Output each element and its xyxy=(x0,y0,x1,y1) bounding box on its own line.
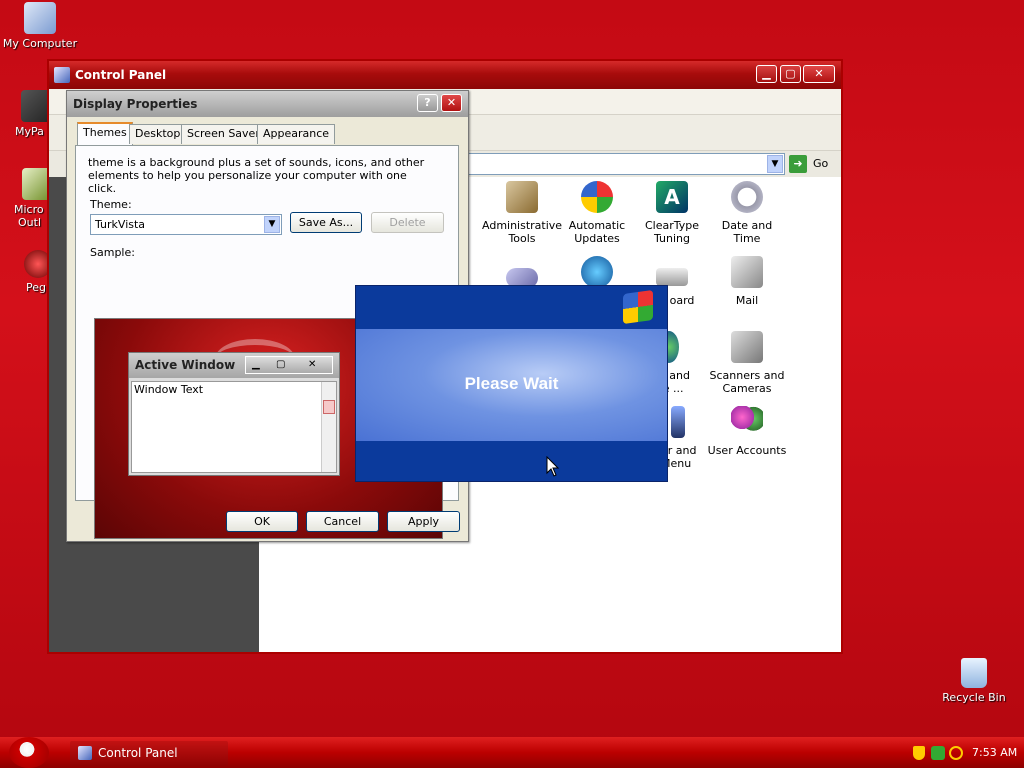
cancel-button[interactable]: Cancel xyxy=(306,511,379,532)
go-button[interactable]: ➜ Go xyxy=(789,153,839,175)
system-tray: 7:53 AM xyxy=(905,741,1024,765)
shield-icon[interactable] xyxy=(913,746,925,760)
tab-appearance[interactable]: Appearance xyxy=(257,124,336,144)
close-button[interactable]: ✕ xyxy=(441,94,462,112)
go-label: Go xyxy=(813,157,829,170)
please-wait-footer xyxy=(356,441,667,481)
preview-scrollbar xyxy=(321,382,336,472)
cp-icon-taskbar-start-menu[interactable]: ar and Menu xyxy=(661,406,711,470)
save-as-button[interactable]: Save As... xyxy=(290,212,362,233)
search-icon[interactable] xyxy=(949,746,963,760)
tab-label: Desktop xyxy=(135,127,181,140)
desktop-icon-recycle-bin[interactable]: Recycle Bin xyxy=(934,658,1014,704)
cleartype-icon: A xyxy=(656,181,688,213)
cp-icon-label: ClearType Tuning xyxy=(644,219,700,245)
desktop-icon-my-computer[interactable]: My Computer xyxy=(0,2,80,50)
tab-themes[interactable]: Themes xyxy=(77,122,133,145)
taskbar-item-label: Control Panel xyxy=(98,746,178,760)
cp-icon-label: Administrative Tools xyxy=(482,219,563,245)
help-button[interactable]: ? xyxy=(417,94,438,112)
cp-icon-label: Date and Time xyxy=(721,219,773,245)
desktop-icon-label: Recycle Bin xyxy=(942,691,1006,704)
theme-label: Theme: xyxy=(90,198,132,211)
desktop-icon-label: Peg xyxy=(26,281,46,294)
dialog-title: Display Properties xyxy=(73,97,198,111)
star-crescent-icon: ☾ xyxy=(23,742,36,758)
cp-icon-label: User Accounts xyxy=(707,444,787,457)
mouse-cursor-icon xyxy=(546,456,560,477)
minimize-button[interactable]: ▁ xyxy=(756,65,777,83)
desktop-icon-label: My Computer xyxy=(2,37,78,50)
display-properties-titlebar[interactable]: Display Properties xyxy=(67,91,468,117)
please-wait-header xyxy=(356,286,667,329)
clock[interactable]: 7:53 AM xyxy=(972,741,1017,765)
please-wait-message: Please Wait xyxy=(464,374,559,393)
mail-icon xyxy=(731,256,763,288)
control-panel-titlebar[interactable]: Control Panel xyxy=(49,61,841,89)
tab-label: Screen Saver xyxy=(187,127,260,140)
preview-window-text: Window Text xyxy=(134,383,204,396)
cp-icon-cleartype-tuning[interactable]: A ClearType Tuning xyxy=(632,181,712,245)
taskbar-icon xyxy=(671,406,685,438)
theme-value: TurkVista xyxy=(95,218,146,231)
maximize-button[interactable]: ▢ xyxy=(780,65,801,83)
arrow-right-icon: ➜ xyxy=(789,155,807,173)
keyboard-icon xyxy=(656,268,688,286)
theme-select[interactable]: TurkVista ▼ xyxy=(90,214,282,235)
tab-label: Themes xyxy=(83,126,127,139)
close-icon: ✕ xyxy=(308,359,317,370)
cp-icon-administrative-tools[interactable]: Administrative Tools xyxy=(482,181,562,245)
minimize-icon: ▁ xyxy=(252,359,260,370)
tab-desktop[interactable]: Desktop xyxy=(129,124,187,144)
cp-icon-automatic-updates[interactable]: Automatic Updates xyxy=(557,181,637,245)
cp-icon-scanners-and-cameras[interactable]: Scanners and Cameras xyxy=(707,331,787,395)
close-button[interactable]: ✕ xyxy=(803,65,835,83)
administrative-tools-icon xyxy=(506,181,538,213)
recycle-bin-icon xyxy=(961,658,987,688)
camera-icon xyxy=(731,331,763,363)
start-button[interactable]: ☾ xyxy=(9,737,49,768)
cp-icon-user-accounts[interactable]: User Accounts xyxy=(707,406,787,457)
network-icon[interactable] xyxy=(931,746,945,760)
preview-window-controls: ▁ ▢ ✕ xyxy=(245,356,333,374)
desktop-icon-label: MyPa xyxy=(15,125,44,138)
tab-screen-saver[interactable]: Screen Saver xyxy=(181,124,266,144)
please-wait-dialog: Please Wait xyxy=(355,285,668,482)
users-icon xyxy=(731,406,763,438)
control-panel-title: Control Panel xyxy=(75,68,167,82)
theme-description: theme is a background plus a set of soun… xyxy=(88,156,425,195)
control-panel-icon xyxy=(78,746,92,760)
cp-icon-label: Automatic Updates xyxy=(568,219,626,245)
apply-button[interactable]: Apply xyxy=(387,511,460,532)
preview-active-window: Active Window ▁ ▢ ✕ Window Text xyxy=(128,352,340,476)
windows-logo-icon xyxy=(581,181,613,213)
preview-title: Active Window xyxy=(135,358,236,372)
address-input[interactable]: ▼ xyxy=(459,153,785,175)
clock-icon xyxy=(731,181,763,213)
delete-button: Delete xyxy=(371,212,444,233)
cp-icon-label: Mail xyxy=(735,294,759,307)
tab-label: Appearance xyxy=(263,127,330,140)
cp-icon-date-and-time[interactable]: Date and Time xyxy=(707,181,787,245)
cp-icon-label: Scanners and Cameras xyxy=(709,369,785,395)
preview-window-body: Window Text xyxy=(131,381,337,473)
ok-button[interactable]: OK xyxy=(226,511,298,532)
taskbar-item-control-panel[interactable]: Control Panel xyxy=(70,741,228,766)
sample-label: Sample: xyxy=(90,246,135,259)
windows-logo-icon xyxy=(623,289,653,325)
chevron-down-icon[interactable]: ▼ xyxy=(767,155,783,173)
control-panel-icon xyxy=(54,67,70,83)
maximize-icon: ▢ xyxy=(276,359,286,370)
globe-checklist-icon xyxy=(581,256,613,288)
computer-icon xyxy=(24,2,56,34)
scroll-thumb xyxy=(323,400,335,414)
cp-icon-mail[interactable]: Mail xyxy=(707,256,787,307)
chevron-down-icon[interactable]: ▼ xyxy=(264,216,280,233)
